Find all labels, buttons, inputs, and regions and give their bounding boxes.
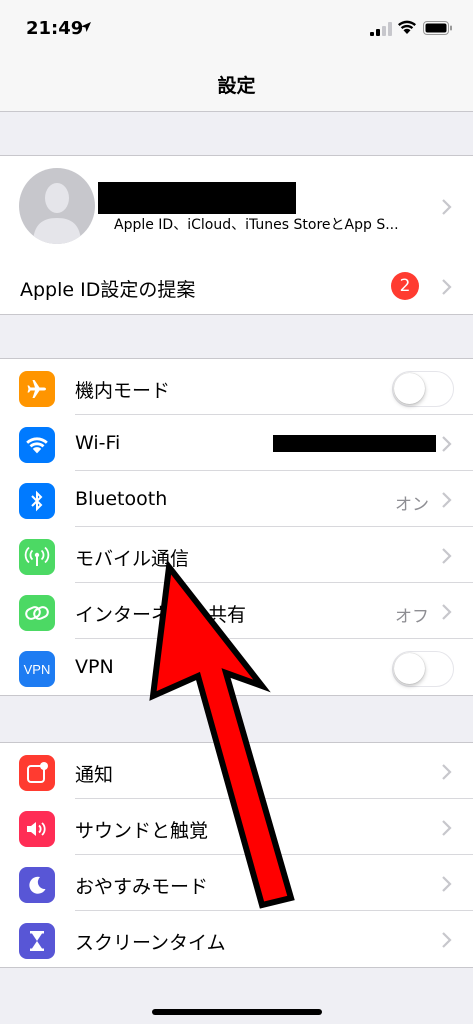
suggestion-label: Apple ID設定の提案 (20, 279, 196, 301)
settings-row-airplane-mode[interactable]: 機内モード (0, 359, 473, 415)
hotspot-status-value: オフ (395, 607, 429, 627)
location-arrow-icon (81, 22, 91, 32)
page-title: 設定 (217, 75, 256, 97)
airplane-icon (19, 371, 55, 407)
settings-row-bluetooth[interactable]: Bluetooth オン (0, 471, 473, 527)
row-label: VPN (75, 656, 114, 678)
hourglass-icon (19, 923, 55, 959)
chevron-right-icon (442, 199, 452, 215)
wifi-icon (19, 427, 55, 463)
navigation-bar: 設定 (0, 50, 473, 112)
row-label: インターネット共有 (75, 604, 247, 626)
settings-row-notifications[interactable]: 通知 (0, 743, 473, 799)
avatar (19, 168, 95, 244)
row-label: Bluetooth (75, 488, 168, 510)
status-time: 21:49 (26, 18, 84, 39)
vpn-toggle[interactable] (392, 651, 454, 687)
person-silhouette-icon (33, 183, 81, 244)
settings-row-screen-time[interactable]: スクリーンタイム (0, 911, 473, 967)
speaker-icon (19, 811, 55, 847)
profile-group: Apple ID、iCloud、iTunes StoreとApp S... Ap… (0, 155, 473, 315)
airplane-mode-toggle[interactable] (392, 371, 454, 407)
wifi-status-icon (398, 20, 416, 34)
notifications-group: 通知 サウンドと触覚 おやすみモード スクリーンタイム (0, 742, 473, 968)
vpn-icon: VPN (19, 651, 55, 687)
notification-icon (19, 755, 55, 791)
cellular-signal-icon (370, 22, 392, 36)
chevron-right-icon (442, 279, 452, 295)
chevron-right-icon (442, 492, 452, 508)
notification-badge: 2 (391, 272, 419, 300)
chevron-right-icon (442, 436, 452, 452)
antenna-icon (19, 539, 55, 575)
battery-icon (423, 21, 452, 35)
profile-subtitle: Apple ID、iCloud、iTunes StoreとApp S... (114, 217, 399, 233)
row-label: スクリーンタイム (75, 932, 226, 954)
settings-row-vpn[interactable]: VPN VPN (0, 639, 473, 695)
row-label: 通知 (75, 764, 114, 786)
bluetooth-icon (19, 483, 55, 519)
redacted-network-name (273, 435, 436, 452)
apple-id-suggestion-row[interactable]: Apple ID設定の提案 2 (0, 258, 473, 314)
moon-icon (19, 867, 55, 903)
chevron-right-icon (442, 604, 452, 620)
settings-row-do-not-disturb[interactable]: おやすみモード (0, 855, 473, 911)
row-label: Wi-Fi (75, 432, 121, 454)
chevron-right-icon (442, 820, 452, 836)
chevron-right-icon (442, 932, 452, 948)
chevron-right-icon (442, 764, 452, 780)
row-label: サウンドと触覚 (75, 820, 209, 842)
row-label: モバイル通信 (75, 548, 190, 570)
chevron-right-icon (442, 876, 452, 892)
row-label: おやすみモード (75, 876, 209, 898)
connectivity-group: 機内モード Wi-Fi Bluetooth オン モバイル通信 インターネット共… (0, 358, 473, 696)
status-bar: 21:49 (0, 0, 473, 50)
row-label: 機内モード (75, 380, 171, 402)
settings-row-mobile-data[interactable]: モバイル通信 (0, 527, 473, 583)
hotspot-icon (19, 595, 55, 631)
redacted-account-name (98, 182, 296, 214)
settings-row-sounds[interactable]: サウンドと触覚 (0, 799, 473, 855)
settings-row-wifi[interactable]: Wi-Fi (0, 415, 473, 471)
settings-row-personal-hotspot[interactable]: インターネット共有 オフ (0, 583, 473, 639)
bluetooth-status-value: オン (395, 495, 429, 515)
chevron-right-icon (442, 548, 452, 564)
home-indicator (152, 1009, 322, 1015)
